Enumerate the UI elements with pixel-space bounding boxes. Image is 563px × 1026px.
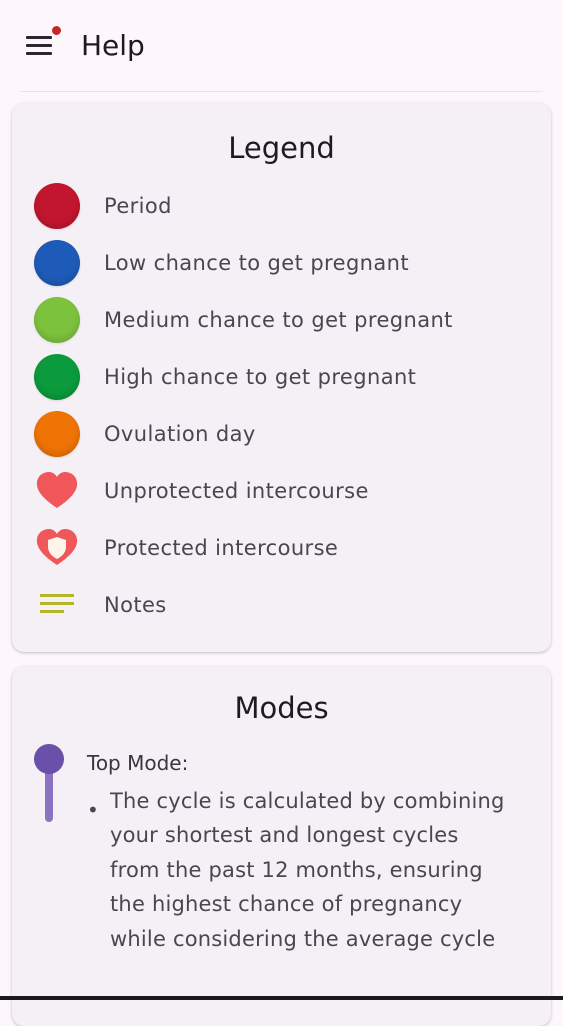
period-dot-icon [34, 183, 80, 229]
bullet-marker: • [87, 798, 99, 822]
top-mode-heading: Top Mode: [87, 751, 189, 775]
top-mode-description: The cycle is calculated by combining you… [110, 789, 505, 951]
bottom-edge [0, 996, 563, 1000]
legend-card: Legend Period Low chance to get pregnant… [12, 103, 551, 652]
mode-slider[interactable] [34, 744, 64, 824]
legend-title: Legend [228, 131, 335, 165]
legend-item-label: Low chance to get pregnant [104, 251, 409, 275]
heart-icon [34, 468, 80, 514]
legend-item-high-chance: High chance to get pregnant [12, 354, 551, 402]
ovulation-dot-icon [34, 411, 80, 457]
legend-item-protected: Protected intercourse [12, 525, 551, 573]
low-chance-dot-icon [34, 240, 80, 286]
high-chance-dot-icon [34, 354, 80, 400]
slider-knob[interactable] [34, 744, 64, 774]
page-title: Help [81, 29, 145, 62]
modes-title: Modes [234, 691, 329, 725]
menu-button[interactable] [22, 26, 61, 64]
divider [20, 91, 543, 92]
legend-item-notes: Notes [12, 582, 551, 630]
legend-item-unprotected: Unprotected intercourse [12, 468, 551, 516]
legend-item-label: Period [104, 194, 172, 218]
medium-chance-dot-icon [34, 297, 80, 343]
legend-item-medium-chance: Medium chance to get pregnant [12, 297, 551, 345]
legend-item-label: Notes [104, 593, 167, 617]
notification-dot [52, 26, 61, 35]
legend-item-label: Ovulation day [104, 422, 256, 446]
legend-item-label: Protected intercourse [104, 536, 339, 560]
legend-item-label: High chance to get pregnant [104, 365, 417, 389]
app-bar: Help [0, 0, 563, 92]
legend-item-label: Medium chance to get pregnant [104, 308, 453, 332]
menu-icon [26, 36, 52, 55]
legend-item-label: Unprotected intercourse [104, 479, 369, 503]
modes-card: Modes Top Mode: • The cycle is calculate… [12, 666, 551, 1026]
heart-shield-icon [34, 525, 80, 571]
legend-item-ovulation: Ovulation day [12, 411, 551, 459]
legend-item-period: Period [12, 183, 551, 231]
notes-icon [34, 582, 80, 628]
legend-item-low-chance: Low chance to get pregnant [12, 240, 551, 288]
